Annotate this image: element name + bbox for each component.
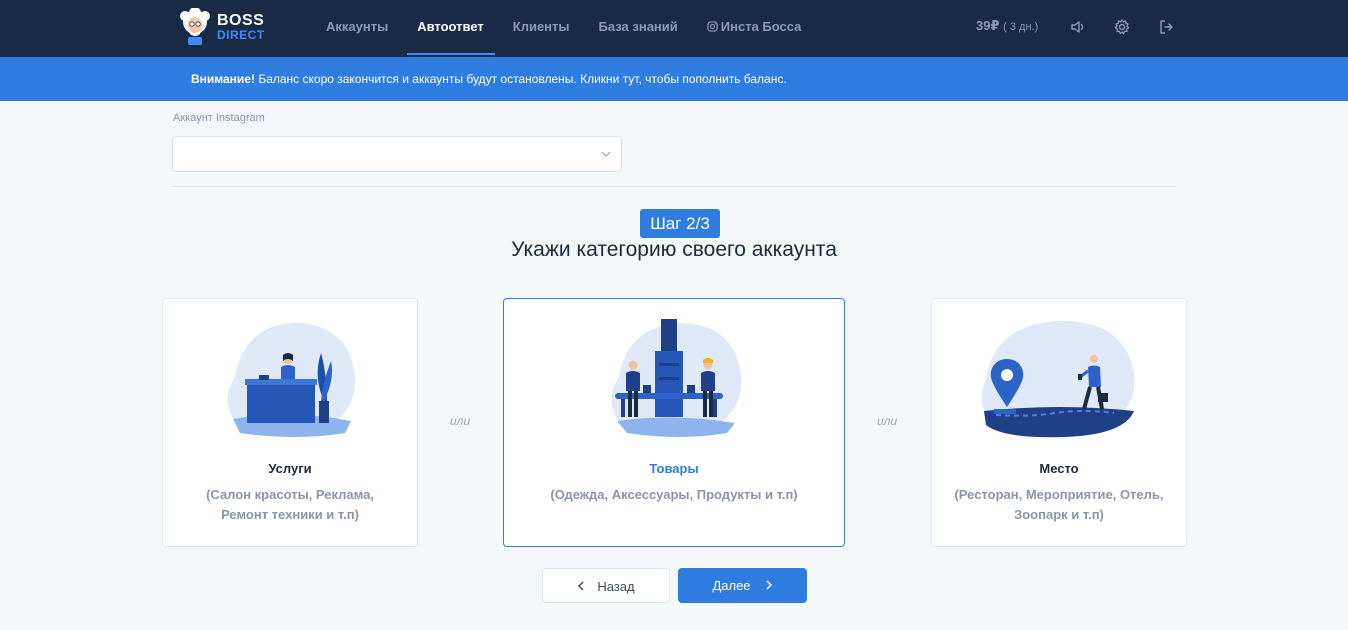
logo[interactable]: BOSS DIRECT — [178, 8, 278, 48]
nav-accounts-label: Аккаунты — [326, 19, 389, 34]
next-button[interactable]: Далее — [678, 568, 807, 603]
nav-autoreply[interactable]: Автоответ — [407, 0, 495, 57]
nav-knowledge-base[interactable]: База знаний — [599, 0, 678, 57]
category-card-services[interactable]: Услуги (Салон красоты, Реклама, Ремонт т… — [162, 298, 418, 547]
low-balance-banner[interactable]: Внимание! Баланс скоро закончится и акка… — [0, 57, 1348, 101]
or-separator: или — [877, 414, 898, 428]
nav-autoreply-label: Автоответ — [417, 19, 484, 34]
back-button[interactable]: Назад — [542, 568, 670, 603]
category-card-goods-desc: (Одежда, Аксессуары, Продукты и т.п) — [550, 487, 798, 502]
top-navbar: BOSS DIRECT Аккаунты Автоответ Клиенты Б… — [0, 0, 1348, 57]
nav-insta-boss-label: Инста Босса — [720, 19, 802, 34]
place-illustration — [982, 320, 1135, 438]
nav-knowledge-base-label: База знаний — [598, 19, 678, 34]
sound-icon[interactable] — [1069, 18, 1087, 36]
category-card-goods-title: Товары — [649, 461, 699, 476]
step-badge: Шаг 2/3 — [640, 209, 720, 238]
page-title: Укажи категорию своего аккаунта — [511, 238, 837, 261]
divider — [172, 186, 1176, 187]
goods-illustration — [611, 319, 742, 437]
logout-icon[interactable] — [1157, 18, 1175, 36]
category-card-services-title: Услуги — [268, 461, 312, 476]
gear-icon[interactable] — [1113, 18, 1131, 36]
nav-clients-label: Клиенты — [512, 19, 570, 34]
chevron-down-icon — [601, 151, 611, 157]
balance-days: ( 3 дн.) — [1003, 21, 1039, 33]
category-card-services-desc: (Салон красоты, Реклама, Ремонт техники … — [206, 487, 374, 522]
chevron-left-icon — [578, 581, 584, 591]
logo-text-direct: DIRECT — [217, 28, 265, 42]
balance-indicator[interactable]: 39₽ ( 3 дн.) — [976, 18, 1038, 34]
category-card-place-desc: (Ресторан, Мероприятие, Отель, Зоопарк и… — [954, 487, 1164, 522]
back-button-label: Назад — [597, 579, 635, 594]
chevron-right-icon — [766, 580, 772, 590]
account-select-label: Аккаунт Instagram — [173, 112, 265, 124]
services-illustration — [227, 322, 356, 437]
next-button-label: Далее — [712, 578, 751, 593]
category-card-place-title: Место — [1039, 461, 1079, 476]
or-separator: или — [450, 414, 471, 428]
category-card-place[interactable]: Место (Ресторан, Мероприятие, Отель, Зоо… — [931, 298, 1187, 547]
nav-clients[interactable]: Клиенты — [513, 0, 570, 57]
banner-strong: Внимание! — [191, 72, 255, 86]
instagram-icon — [707, 21, 718, 32]
balance-amount: 39₽ — [976, 18, 1000, 33]
nav-insta-boss[interactable]: Инста Босса — [707, 0, 802, 57]
category-card-goods[interactable]: Товары (Одежда, Аксессуары, Продукты и т… — [503, 298, 845, 547]
logo-text-boss: BOSS — [217, 12, 265, 29]
account-select[interactable] — [172, 136, 622, 172]
nav-accounts[interactable]: Аккаунты — [326, 0, 388, 57]
banner-text: Баланс скоро закончится и аккаунты будут… — [254, 72, 787, 86]
main-nav: Аккаунты Автоответ Клиенты База знаний И… — [326, 0, 830, 57]
boss-mascot-icon — [180, 8, 210, 45]
